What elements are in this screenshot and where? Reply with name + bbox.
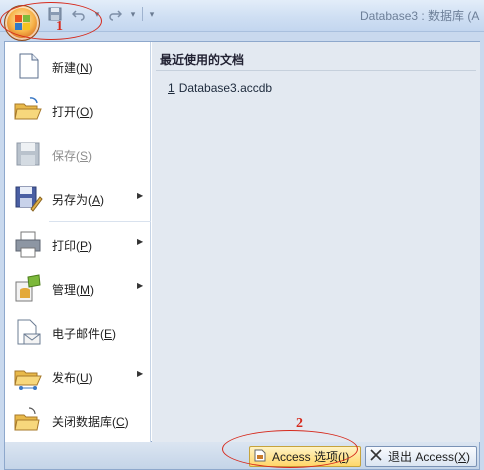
- menu-item-email[interactable]: 电子邮件(E): [5, 310, 151, 354]
- email-icon: [13, 317, 43, 347]
- menu-item-label: 电子邮件(E): [52, 327, 117, 341]
- exit-access-label: 退出 Access(X): [388, 450, 471, 464]
- office-button[interactable]: [4, 5, 40, 41]
- office-menu: 新建(N) 打开(O) 保存(S) 另存为(A) ▶ 打印(P) ▶ 管理(M)…: [4, 41, 480, 442]
- menu-item-label: 保存(S): [52, 149, 93, 163]
- publish-icon: [13, 361, 43, 391]
- menu-item-save-as[interactable]: 另存为(A) ▶: [5, 176, 151, 220]
- new-document-icon: [13, 51, 43, 81]
- access-options-label: Access 选项(I): [272, 450, 350, 464]
- title-bar: ▾ ▾ ▾ Database3 : 数据库 (A: [0, 0, 484, 32]
- menu-item-label: 打开(O): [52, 105, 94, 119]
- menu-item-label: 管理(M): [52, 283, 94, 297]
- recent-document-name: Database3.accdb: [178, 81, 273, 95]
- recent-documents-header: 最近使用的文档: [160, 53, 245, 67]
- annotation-number-2: 2: [296, 416, 303, 431]
- menu-item-label: 打印(P): [52, 239, 93, 253]
- submenu-arrow-icon: ▶: [137, 191, 144, 200]
- options-icon: [254, 449, 266, 465]
- annotation-number-1: 1: [56, 19, 63, 34]
- menu-bottom-bar: Access 选项(I) 退出 Access(X): [4, 442, 480, 470]
- undo-icon[interactable]: [68, 4, 90, 24]
- access-options-button[interactable]: Access 选项(I): [249, 446, 361, 467]
- menu-item-publish[interactable]: 发布(U) ▶: [5, 354, 151, 398]
- menu-item-new[interactable]: 新建(N): [5, 44, 151, 88]
- open-folder-icon: [13, 95, 43, 125]
- menu-item-label: 发布(U): [52, 371, 93, 385]
- save-as-icon: [13, 183, 43, 213]
- menu-item-close-database[interactable]: 关闭数据库(C): [5, 398, 151, 442]
- close-database-icon: [13, 405, 43, 435]
- recent-document-number: 1: [168, 81, 175, 95]
- menu-item-print[interactable]: 打印(P) ▶: [5, 222, 151, 266]
- menu-item-save[interactable]: 保存(S): [5, 132, 151, 176]
- menu-item-open[interactable]: 打开(O): [5, 88, 151, 132]
- recent-documents-panel: 最近使用的文档 1 Database3.accdb: [152, 42, 480, 442]
- menu-commands: 新建(N) 打开(O) 保存(S) 另存为(A) ▶ 打印(P) ▶ 管理(M)…: [5, 42, 151, 442]
- exit-access-button[interactable]: 退出 Access(X): [365, 446, 477, 467]
- undo-dropdown-icon[interactable]: ▾: [92, 4, 102, 24]
- manage-icon: [13, 273, 43, 303]
- menu-item-label: 新建(N): [52, 61, 93, 75]
- printer-icon: [13, 229, 43, 259]
- submenu-arrow-icon: ▶: [137, 237, 144, 246]
- window-title: Database3 : 数据库 (A: [360, 9, 480, 23]
- menu-item-manage[interactable]: 管理(M) ▶: [5, 266, 151, 310]
- redo-icon[interactable]: [104, 4, 126, 24]
- redo-dropdown-icon[interactable]: ▾: [128, 4, 138, 24]
- close-icon: [370, 449, 382, 464]
- recent-document-item[interactable]: 1 Database3.accdb: [168, 81, 272, 95]
- office-logo-icon: [15, 15, 31, 31]
- toolbar-separator: [142, 7, 143, 21]
- customize-toolbar-icon[interactable]: ▾: [147, 4, 157, 24]
- save-icon: [13, 139, 43, 169]
- submenu-arrow-icon: ▶: [137, 281, 144, 290]
- menu-item-label: 另存为(A): [52, 193, 105, 207]
- submenu-arrow-icon: ▶: [137, 369, 144, 378]
- menu-item-label: 关闭数据库(C): [52, 415, 129, 429]
- recent-separator: [156, 70, 476, 71]
